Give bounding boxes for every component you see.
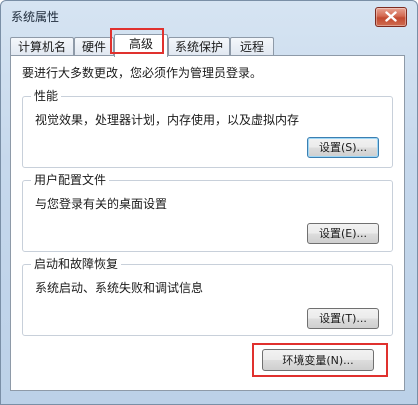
tab-computer-name[interactable]: 计算机名 [10, 37, 74, 55]
user-profiles-settings-button[interactable]: 设置(E)... [307, 223, 379, 244]
user-profiles-description: 与您登录有关的桌面设置 [35, 197, 168, 211]
tab-remote[interactable]: 远程 [230, 37, 274, 55]
startup-recovery-settings-button[interactable]: 设置(T)... [307, 308, 379, 329]
performance-group-title: 性能 [31, 88, 62, 104]
environment-variables-button[interactable]: 环境变量(N)... [262, 349, 374, 371]
window-title: 系统属性 [11, 10, 60, 24]
close-button[interactable] [375, 7, 407, 27]
tab-advanced[interactable]: 高级 [114, 34, 168, 57]
user-profiles-group-title: 用户配置文件 [31, 172, 110, 188]
admin-notice: 要进行大多数更改，您必须作为管理员登录。 [22, 66, 263, 80]
performance-settings-button[interactable]: 设置(S)... [307, 137, 379, 158]
startup-recovery-description: 系统启动、系统失败和调试信息 [35, 281, 204, 295]
performance-group: 性能 视觉效果，处理器计划，内存使用，以及虚拟内存 设置(S)... [22, 88, 393, 168]
tab-system-protection[interactable]: 系统保护 [168, 37, 230, 55]
tab-hardware[interactable]: 硬件 [74, 37, 114, 55]
user-profiles-group: 用户配置文件 与您登录有关的桌面设置 设置(E)... [22, 172, 393, 252]
startup-recovery-group: 启动和故障恢复 系统启动、系统失败和调试信息 设置(T)... [22, 256, 393, 336]
close-icon [385, 11, 397, 22]
performance-description: 视觉效果，处理器计划，内存使用，以及虚拟内存 [35, 113, 300, 127]
title-bar[interactable]: 系统属性 [1, 1, 417, 31]
startup-recovery-group-title: 启动和故障恢复 [31, 256, 122, 272]
